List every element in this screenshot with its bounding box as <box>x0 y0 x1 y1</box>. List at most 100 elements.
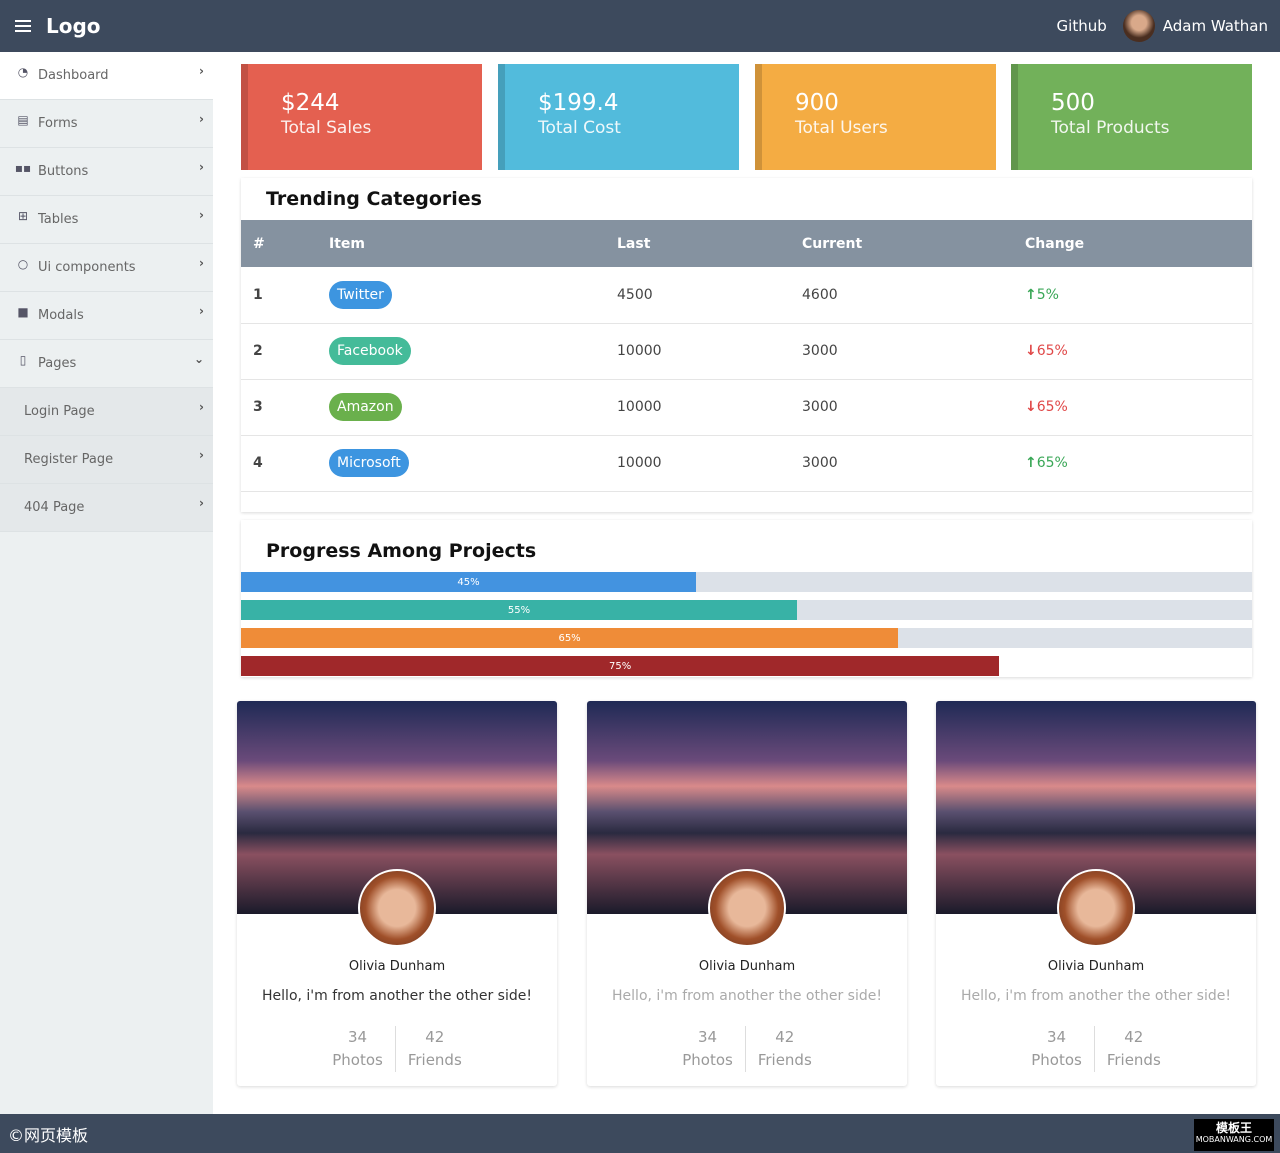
table-row: 1Twitter 45004600↑5% <box>241 267 1252 323</box>
stat-card: 900Total Users <box>755 64 996 170</box>
friends-count: 42 <box>425 1028 444 1046</box>
photos-label: Photos <box>332 1051 383 1069</box>
github-link[interactable]: Github <box>1057 17 1107 35</box>
photos-stat[interactable]: 34Photos <box>1019 1026 1095 1072</box>
profile-name: Olivia Dunham <box>936 959 1256 974</box>
photos-count: 34 <box>348 1028 367 1046</box>
last-value: 10000 <box>617 379 802 435</box>
stat-label: Total Cost <box>538 118 739 138</box>
profile-card: Olivia Dunham Hello, i'm from another the… <box>237 701 557 1086</box>
stat-card: 500Total Products <box>1011 64 1252 170</box>
avatar[interactable] <box>1123 10 1155 42</box>
footer: ©网页模板 模板王MOBANWANG.COM <box>0 1114 1280 1153</box>
profile-quote: Hello, i'm from another the other side! <box>587 988 907 1004</box>
sidebar-item-label: Forms <box>38 116 78 131</box>
change-value: 65% <box>1037 399 1068 415</box>
current-value: 4600 <box>802 267 1025 323</box>
progress-bar: 55% <box>241 600 1252 620</box>
photos-stat[interactable]: 34 Photos <box>320 1026 396 1072</box>
sidebar-subitem-login[interactable]: Login Page› <box>0 388 213 436</box>
sidebar-subitem-register[interactable]: Register Page› <box>0 436 213 484</box>
change-value: 65% <box>1037 455 1068 471</box>
photos-label: Photos <box>682 1051 733 1069</box>
last-value: 10000 <box>617 435 802 491</box>
profile-avatar <box>358 869 436 947</box>
photos-count: 34 <box>1047 1028 1066 1046</box>
stat-value: $199.4 <box>538 90 739 116</box>
chevron-down-icon: ⌄ <box>194 352 204 366</box>
item-badge[interactable]: Microsoft <box>329 449 409 477</box>
column-header: Last <box>617 220 802 267</box>
card-title: Progress Among Projects <box>241 520 1252 572</box>
sidebar-item-tables[interactable]: ⊞Tables› <box>0 196 213 244</box>
chevron-right-icon: › <box>199 112 204 126</box>
logo[interactable]: Logo <box>46 14 101 38</box>
arrow-up-icon: ↑ <box>1025 287 1037 303</box>
watermark-text: 模板王 <box>1194 1122 1274 1134</box>
stat-value: 500 <box>1051 90 1252 116</box>
friends-label: Friends <box>408 1051 462 1069</box>
sidebar-subitem-404[interactable]: 404 Page› <box>0 484 213 532</box>
sidebar-item-label: Register Page <box>24 452 113 467</box>
profile-avatar <box>708 869 786 947</box>
sidebar: ◔Dashboard› ▤Forms› ▪▪Buttons› ⊞Tables› … <box>0 52 213 1114</box>
sidebar-item-dashboard[interactable]: ◔Dashboard› <box>0 52 213 100</box>
friends-label: Friends <box>1107 1051 1161 1069</box>
item-badge[interactable]: Amazon <box>329 393 402 421</box>
trending-table: #ItemLastCurrentChange 1Twitter45004600↑… <box>241 220 1252 492</box>
photos-stat[interactable]: 34 Photos <box>670 1026 746 1072</box>
sidebar-item-pages[interactable]: ▯Pages⌄ <box>0 340 213 388</box>
row-number: 3 <box>241 379 329 435</box>
profile-quote: Hello, i'm from another the other side! <box>237 988 557 1004</box>
profile-name: Olivia Dunham <box>237 959 557 974</box>
sidebar-item-forms[interactable]: ▤Forms› <box>0 100 213 148</box>
item-badge[interactable]: Twitter <box>329 281 392 309</box>
friends-stat[interactable]: 42 Friends <box>1095 1026 1173 1072</box>
chevron-right-icon: › <box>199 496 204 510</box>
profile-card: Olivia Dunham Hello, i'm from another the… <box>587 701 907 1086</box>
arrow-down-icon: ↓ <box>1025 343 1037 359</box>
chevron-right-icon: › <box>199 256 204 270</box>
stat-label: Total Products <box>1051 118 1252 138</box>
progress-fill: 65% <box>241 628 898 648</box>
last-value: 4500 <box>617 267 802 323</box>
progress-fill: 75% <box>241 656 999 676</box>
row-number: 2 <box>241 323 329 379</box>
table-row: 3Amazon100003000↓65% <box>241 379 1252 435</box>
row-number: 1 <box>241 267 329 323</box>
friends-count: 42 <box>1124 1028 1143 1046</box>
progress-bar: 65% <box>241 628 1252 648</box>
watermark-url: MOBANWANG.COM <box>1196 1135 1273 1144</box>
top-bar: Logo Github Adam Wathan <box>0 0 1280 52</box>
stat-card: $199.4Total Cost <box>498 64 739 170</box>
profile-name: Olivia Dunham <box>587 959 907 974</box>
friends-label: Friends <box>758 1051 812 1069</box>
profile-avatar <box>1057 869 1135 947</box>
card-title: Trending Categories <box>241 178 1252 220</box>
sidebar-item-buttons[interactable]: ▪▪Buttons› <box>0 148 213 196</box>
column-header: # <box>241 220 329 267</box>
sidebar-item-ui-components[interactable]: ○Ui components› <box>0 244 213 292</box>
menu-icon[interactable] <box>15 20 31 32</box>
chevron-right-icon: › <box>199 64 204 78</box>
buttons-icon: ▪▪ <box>16 162 30 174</box>
friends-stat[interactable]: 42 Friends <box>396 1026 474 1072</box>
item-badge[interactable]: Facebook <box>329 337 411 365</box>
column-header: Change <box>1025 220 1252 267</box>
profile-card: Olivia DunhamHello, i'm from another the… <box>936 701 1256 1086</box>
photos-count: 34 <box>698 1028 717 1046</box>
stat-label: Total Sales <box>281 118 482 138</box>
friends-stat[interactable]: 42Friends <box>746 1026 824 1072</box>
current-value: 3000 <box>802 379 1025 435</box>
stat-value: 900 <box>795 90 996 116</box>
chevron-right-icon: › <box>199 160 204 174</box>
stat-value: $244 <box>281 90 482 116</box>
sidebar-item-label: Ui components <box>38 260 136 275</box>
change-value: 5% <box>1037 287 1059 303</box>
column-header: Current <box>802 220 1025 267</box>
user-name[interactable]: Adam Wathan <box>1163 17 1268 35</box>
sidebar-item-label: Dashboard <box>38 68 109 83</box>
arrow-up-icon: ↑ <box>1025 455 1037 471</box>
sidebar-item-modals[interactable]: ■Modals› <box>0 292 213 340</box>
change-value: 65% <box>1037 343 1068 359</box>
